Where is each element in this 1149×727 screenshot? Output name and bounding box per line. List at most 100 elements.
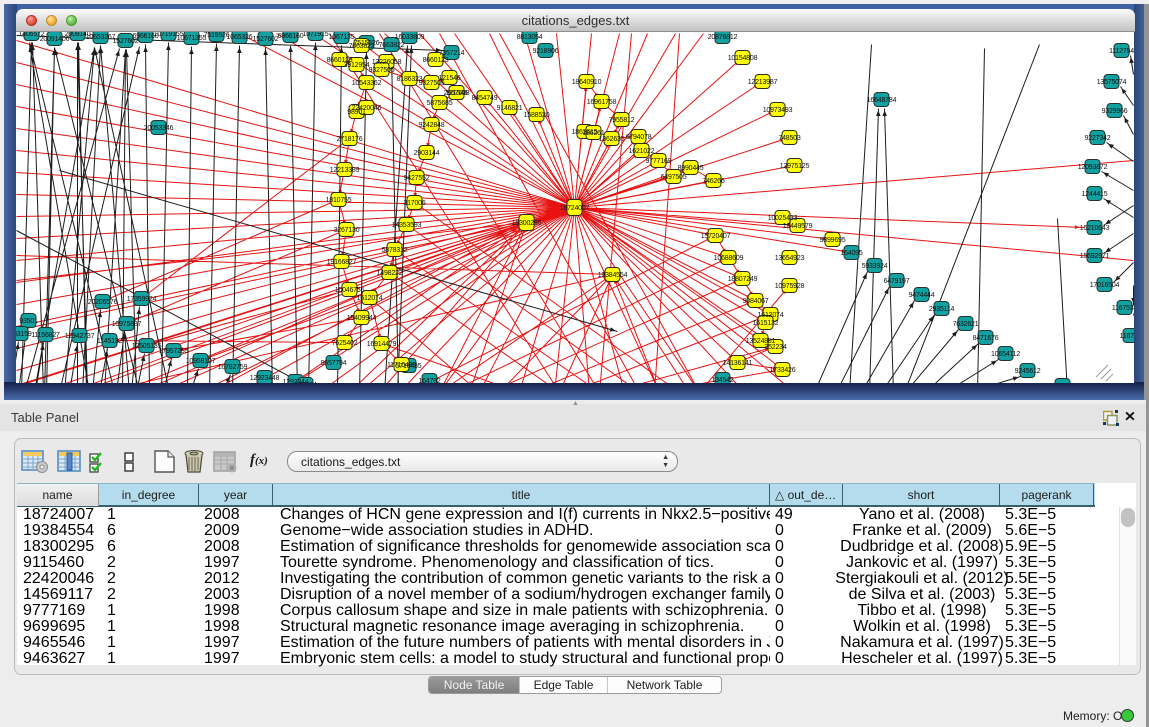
svg-text:16449579: 16449579 — [783, 223, 813, 230]
svg-text:16033809: 16033809 — [395, 34, 425, 41]
svg-text:186261: 186261 — [582, 130, 604, 137]
svg-text:19166827: 19166827 — [327, 259, 357, 266]
svg-text:7625402: 7625402 — [332, 340, 358, 347]
svg-text:7663822: 7663822 — [379, 42, 405, 49]
svg-text:22420046: 22420046 — [352, 105, 382, 112]
svg-text:1527602: 1527602 — [253, 36, 279, 43]
svg-text:16210643: 16210643 — [1080, 225, 1110, 232]
svg-text:13654923: 13654923 — [775, 255, 805, 262]
svg-text:11156827: 11156827 — [31, 332, 60, 339]
svg-text:748503: 748503 — [778, 135, 800, 142]
svg-text:13575074: 13575074 — [1097, 79, 1127, 86]
svg-text:8660123: 8660123 — [423, 57, 449, 64]
svg-text:9084067: 9084067 — [743, 298, 769, 305]
svg-text:16914479: 16914479 — [367, 341, 397, 348]
svg-text:9245612: 9245612 — [1015, 368, 1041, 375]
svg-text:116753: 116753 — [1120, 333, 1134, 340]
svg-text:18724007: 18724007 — [560, 205, 590, 212]
svg-text:17359924: 17359924 — [127, 296, 157, 303]
svg-text:19384554: 19384554 — [598, 272, 628, 279]
svg-text:1067135: 1067135 — [329, 34, 355, 41]
svg-text:18300295: 18300295 — [512, 220, 542, 227]
svg-text:12923448: 12923448 — [250, 375, 280, 382]
svg-text:6497505: 6497505 — [661, 174, 687, 181]
svg-text:121546: 121546 — [438, 75, 460, 82]
svg-text:9242848: 9242848 — [419, 122, 445, 129]
svg-text:10543362: 10543362 — [352, 80, 382, 87]
svg-text:14353593: 14353593 — [392, 222, 422, 229]
svg-text:5933924: 5933924 — [862, 263, 888, 270]
svg-text:164782: 164782 — [418, 378, 440, 383]
svg-text:8990445: 8990445 — [678, 165, 704, 172]
svg-text:10654112: 10654112 — [991, 351, 1020, 358]
svg-text:129234: 129234 — [294, 382, 316, 383]
svg-text:16961758: 16961758 — [587, 99, 617, 106]
svg-text:6794078: 6794078 — [626, 134, 652, 141]
svg-text:1810755: 1810755 — [326, 197, 352, 204]
svg-text:1588520: 1588520 — [524, 112, 550, 119]
svg-text:12213389: 12213389 — [330, 167, 360, 174]
svg-text:10958107: 10958107 — [186, 358, 216, 365]
svg-text:9427552: 9427552 — [404, 175, 430, 182]
svg-text:164095: 164095 — [840, 250, 862, 257]
svg-text:746266: 746266 — [702, 178, 724, 185]
svg-text:9657794: 9657794 — [321, 360, 347, 367]
svg-text:9329966: 9329966 — [1102, 108, 1128, 115]
svg-text:6479197: 6479197 — [884, 278, 910, 285]
svg-text:9146821: 9146821 — [497, 105, 523, 112]
svg-text:1244415: 1244415 — [1082, 191, 1108, 198]
svg-text:15409944: 15409944 — [347, 315, 377, 322]
svg-text:15720407: 15720407 — [701, 233, 731, 240]
svg-text:1621022: 1621022 — [629, 148, 655, 155]
svg-text:1612074: 1612074 — [758, 312, 784, 319]
svg-text:1733426: 1733426 — [770, 367, 796, 374]
svg-text:20876812: 20876812 — [708, 34, 738, 41]
svg-text:20053346: 20053346 — [144, 125, 174, 132]
svg-text:1167534: 1167534 — [1112, 305, 1134, 312]
svg-text:134542: 134542 — [711, 377, 733, 383]
svg-text:10975887: 10975887 — [112, 321, 142, 328]
svg-text:9777169: 9777169 — [646, 158, 672, 165]
svg-text:1612074: 1612074 — [357, 295, 383, 302]
svg-text:9227342: 9227342 — [1085, 135, 1111, 142]
svg-text:10653267: 10653267 — [86, 34, 116, 41]
svg-text:14136141: 14136141 — [723, 360, 753, 367]
svg-text:12213987: 12213987 — [748, 79, 778, 86]
svg-text:8471676: 8471676 — [973, 335, 999, 342]
svg-text:1071915: 1071915 — [303, 32, 329, 38]
svg-text:93501: 93501 — [19, 318, 38, 325]
svg-text:13226058: 13226058 — [372, 59, 402, 66]
svg-text:10671355: 10671355 — [177, 35, 207, 42]
svg-text:1065326: 1065326 — [227, 34, 253, 41]
svg-text:16648784: 16648784 — [867, 97, 897, 104]
svg-text:20206576: 20206576 — [88, 299, 118, 306]
svg-text:121546: 121546 — [445, 90, 467, 97]
svg-text:15692971: 15692971 — [1080, 253, 1110, 260]
svg-text:9327505: 9327505 — [369, 67, 395, 74]
svg-text:9218906: 9218906 — [533, 48, 559, 55]
svg-text:7357214: 7357214 — [439, 50, 465, 57]
svg-text:2903144: 2903144 — [414, 150, 440, 157]
svg-text:10688609: 10688609 — [714, 255, 744, 262]
svg-text:9474444: 9474444 — [909, 292, 935, 299]
svg-text:1615132: 1615132 — [753, 320, 779, 327]
svg-text:10025433: 10025433 — [768, 215, 798, 222]
svg-text:12093872: 12093872 — [1078, 164, 1108, 171]
svg-text:9899695: 9899695 — [820, 237, 846, 244]
svg-text:8454749: 8454749 — [472, 95, 498, 102]
svg-text:2935114: 2935114 — [929, 306, 955, 313]
svg-text:10154808: 10154808 — [728, 55, 758, 62]
svg-text:1498222: 1498222 — [377, 270, 403, 277]
svg-text:10046756: 10046756 — [335, 287, 365, 294]
svg-text:3267130: 3267130 — [334, 227, 360, 234]
svg-text:12505135: 12505135 — [132, 343, 162, 350]
svg-text:18807249: 18807249 — [728, 276, 758, 283]
svg-text:11716485: 11716485 — [387, 362, 416, 369]
svg-text:2718176: 2718176 — [337, 136, 363, 143]
svg-text:16782759: 16782759 — [218, 364, 248, 371]
svg-text:1112754: 1112754 — [1109, 48, 1134, 55]
svg-text:17957255: 17957255 — [159, 348, 189, 355]
svg-text:317006: 317006 — [403, 200, 425, 207]
svg-text:18640910: 18640910 — [572, 79, 602, 86]
svg-text:3912954: 3912954 — [344, 62, 370, 69]
